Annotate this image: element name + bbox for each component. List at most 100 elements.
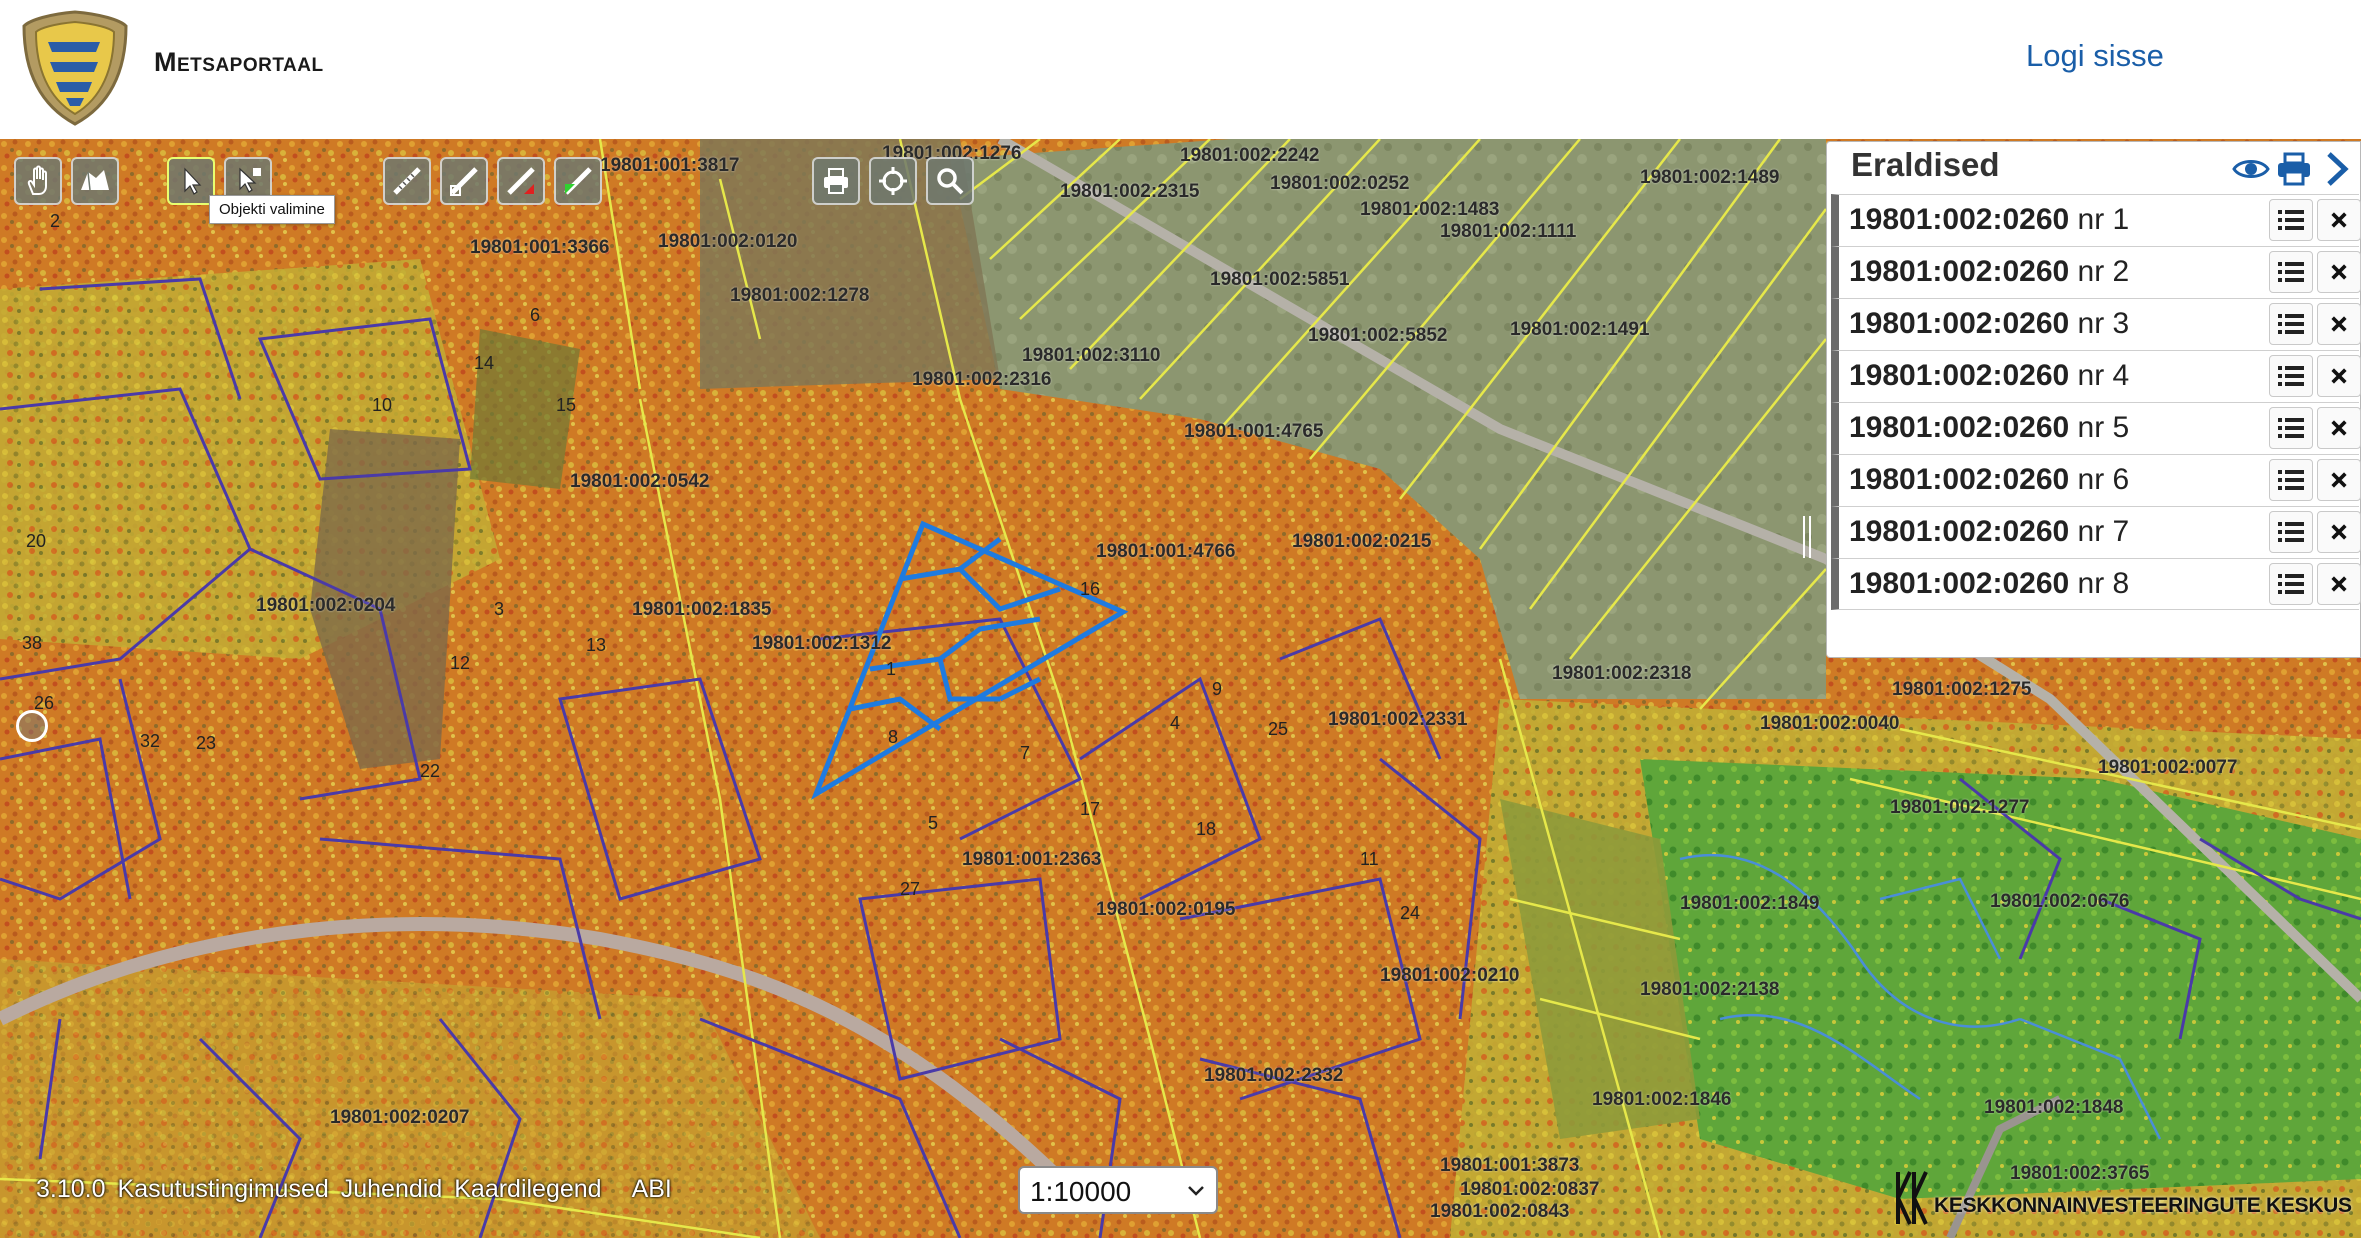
close-icon	[2331, 264, 2347, 280]
chevron-down-icon	[1188, 1186, 1204, 1196]
list-icon	[2278, 262, 2304, 282]
parcel-id: 19801:002:0260	[1849, 203, 2070, 236]
parcel-list: 19801:002:0260 nr 1 19801:002:0260 nr 2 19…	[1831, 194, 2361, 610]
remove-parcel-button[interactable]	[2317, 511, 2361, 553]
remove-parcel-button[interactable]	[2317, 459, 2361, 501]
parcel-list-item[interactable]: 19801:002:0260 nr 5	[1831, 402, 2361, 454]
print-icon[interactable]	[812, 157, 860, 205]
kik-logo-mark-icon	[1896, 1171, 1928, 1225]
list-icon	[2278, 522, 2304, 542]
parcel-list-item-label: 19801:002:0260 nr 6	[1849, 463, 2129, 497]
parcel-id: 19801:002:0260	[1849, 463, 2070, 496]
parcel-list-item-label: 19801:002:0260 nr 3	[1849, 307, 2129, 341]
parcel-list-item[interactable]: 19801:002:0260 nr 3	[1831, 298, 2361, 350]
chevron-right-icon[interactable]	[2317, 150, 2355, 188]
parcel-list-item-label: 19801:002:0260 nr 4	[1849, 359, 2129, 393]
remove-parcel-button[interactable]	[2317, 199, 2361, 241]
parcel-number: nr 8	[2077, 567, 2130, 600]
list-icon	[2278, 470, 2304, 490]
close-icon	[2331, 420, 2347, 436]
close-icon	[2331, 472, 2347, 488]
panel-resize-handle[interactable]	[1800, 514, 1814, 560]
eye-icon[interactable]	[2232, 150, 2270, 188]
scale-select[interactable]: 1:10000	[1018, 1166, 1218, 1214]
parcel-number: nr 3	[2077, 307, 2130, 340]
close-icon	[2331, 576, 2347, 592]
search-icon[interactable]	[926, 157, 974, 205]
details-list-button[interactable]	[2269, 511, 2313, 553]
parcel-number: nr 5	[2077, 411, 2130, 444]
remove-parcel-button[interactable]	[2317, 251, 2361, 293]
parcel-list-item[interactable]: 19801:002:0260 nr 1	[1831, 194, 2361, 246]
close-icon	[2331, 368, 2347, 384]
parcel-list-item[interactable]: 19801:002:0260 nr 2	[1831, 246, 2361, 298]
parcel-number: nr 4	[2077, 359, 2130, 392]
list-icon	[2278, 574, 2304, 594]
draw-green-icon[interactable]	[554, 157, 602, 205]
login-link[interactable]: Logi sisse	[2026, 38, 2164, 74]
parcel-id: 19801:002:0260	[1849, 307, 2070, 340]
parcel-list-item-label: 19801:002:0260 nr 8	[1849, 567, 2129, 601]
remove-parcel-button[interactable]	[2317, 563, 2361, 605]
print-icon[interactable]	[2275, 150, 2313, 188]
parcel-list-item[interactable]: 19801:002:0260 nr 6	[1831, 454, 2361, 506]
parcel-number: nr 7	[2077, 515, 2130, 548]
parcel-number: nr 1	[2077, 203, 2130, 236]
footer-link-legend[interactable]: Kaardilegend	[454, 1175, 601, 1204]
parcel-list-item[interactable]: 19801:002:0260 nr 4	[1831, 350, 2361, 402]
parcel-id: 19801:002:0260	[1849, 411, 2070, 444]
draw-red-icon[interactable]	[497, 157, 545, 205]
parcel-list-item[interactable]: 19801:002:0260 nr 8	[1831, 558, 2361, 610]
details-list-button[interactable]	[2269, 303, 2313, 345]
details-list-button[interactable]	[2269, 355, 2313, 397]
details-list-button[interactable]	[2269, 407, 2313, 449]
footer-link-help[interactable]: ABI	[632, 1175, 672, 1204]
version-label: 3.10.0	[36, 1175, 106, 1203]
parcel-number: nr 6	[2077, 463, 2130, 496]
remove-parcel-button[interactable]	[2317, 355, 2361, 397]
close-icon	[2331, 316, 2347, 332]
utility-tool-group	[812, 157, 974, 205]
remove-parcel-button[interactable]	[2317, 407, 2361, 449]
parcel-id: 19801:002:0260	[1849, 515, 2070, 548]
parcels-panel: Eraldised 19801:002:0260 nr 1 19801:002:0…	[1826, 141, 2361, 658]
kik-logo: KESKKONNAINVESTEERINGUTE KESKUS	[1894, 1162, 2356, 1232]
kik-logo-text: KESKKONNAINVESTEERINGUTE KESKUS	[1934, 1194, 2352, 1217]
details-list-button[interactable]	[2269, 563, 2313, 605]
parcel-list-item-label: 19801:002:0260 nr 7	[1849, 515, 2129, 549]
parcel-id: 19801:002:0260	[1849, 255, 2070, 288]
locate-position-icon[interactable]	[16, 710, 48, 742]
footer-link-terms[interactable]: Kasutustingimused	[118, 1175, 329, 1204]
parcel-list-item-label: 19801:002:0260 nr 2	[1849, 255, 2129, 289]
parcel-id: 19801:002:0260	[1849, 567, 2070, 600]
details-list-button[interactable]	[2269, 199, 2313, 241]
site-title[interactable]: Metsaportaal	[154, 47, 324, 78]
close-icon	[2331, 524, 2347, 540]
footer-links: 3.10.0 Kasutustingimused Juhendid Kaardi…	[36, 1175, 672, 1204]
panel-title: Eraldised	[1851, 146, 2000, 183]
parcel-number: nr 2	[2077, 255, 2130, 288]
list-icon	[2278, 314, 2304, 334]
select-arrow-icon[interactable]	[167, 157, 215, 205]
estonia-coat-of-arms-icon[interactable]	[20, 8, 130, 128]
measure-area-icon[interactable]	[440, 157, 488, 205]
remove-parcel-button[interactable]	[2317, 303, 2361, 345]
close-icon	[2331, 212, 2347, 228]
list-icon	[2278, 418, 2304, 438]
parcel-list-item-label: 19801:002:0260 nr 5	[1849, 411, 2129, 445]
scale-value: 1:10000	[1030, 1176, 1132, 1207]
details-list-button[interactable]	[2269, 459, 2313, 501]
details-list-button[interactable]	[2269, 251, 2313, 293]
measure-line-icon[interactable]	[383, 157, 431, 205]
list-icon	[2278, 366, 2304, 386]
parcel-id: 19801:002:0260	[1849, 359, 2070, 392]
parcel-list-item[interactable]: 19801:002:0260 nr 7	[1831, 506, 2361, 558]
crosshair-icon[interactable]	[869, 157, 917, 205]
tool-tooltip: Objekti valimine	[209, 195, 335, 224]
parcel-list-item-label: 19801:002:0260 nr 1	[1849, 203, 2129, 237]
map-layers-icon[interactable]	[71, 157, 119, 205]
navigation-tool-group	[14, 157, 119, 205]
hand-pan-icon[interactable]	[14, 157, 62, 205]
site-header: Metsaportaal Logi sisse	[0, 0, 2361, 139]
footer-link-guides[interactable]: Juhendid	[341, 1175, 442, 1204]
